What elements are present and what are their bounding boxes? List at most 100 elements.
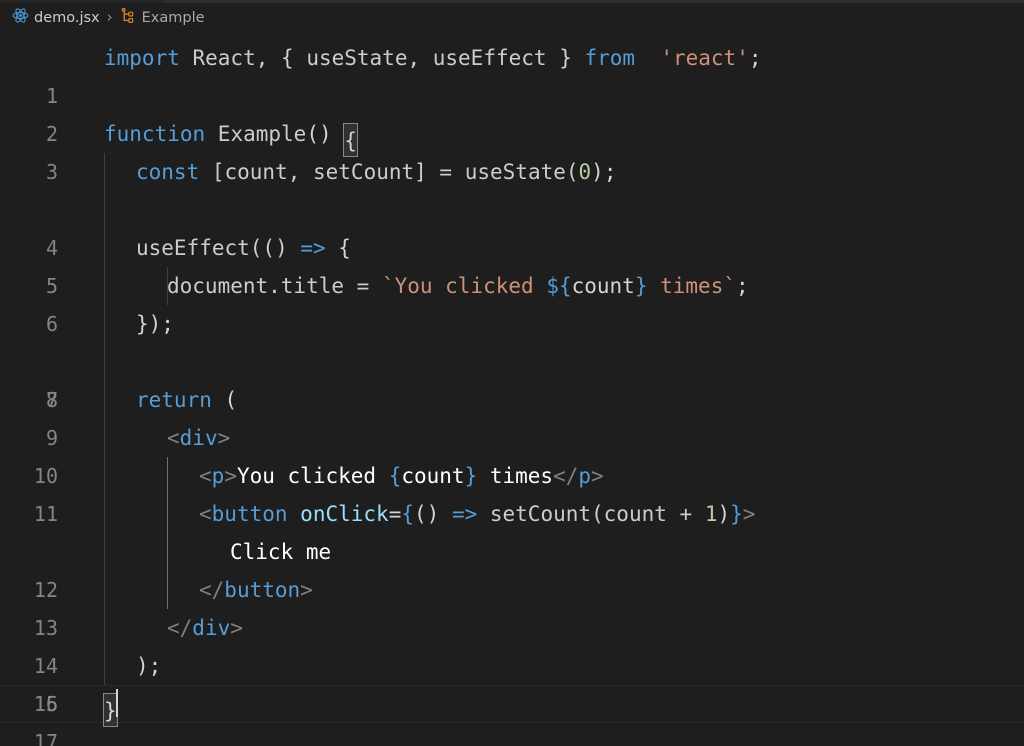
code-line[interactable]: 9 [0,343,1024,450]
token-jsx-text: You clicked [236,464,389,488]
code-line[interactable]: 10 return ( [0,381,1024,488]
token-keyword: from [571,46,648,70]
code-line[interactable]: 8 }); [0,305,1024,412]
token-keyword: return [136,388,212,412]
line-content: }); [136,305,174,343]
token-template-expr-open: ${ [546,274,572,298]
breadcrumb-symbol[interactable]: Example [117,6,208,29]
indent-guide [104,457,105,495]
code-line[interactable]: 15 </button> [0,571,1024,716]
code-editor[interactable]: 1 import React, { useState, useEffect } … [0,35,1024,746]
token-identifier: [count, setCount] = useState( [199,160,579,184]
code-line[interactable]: 13 <button onClick={() => setCount(count… [0,495,1024,640]
code-line[interactable]: 4 const [count, setCount] = useState(0); [0,153,1024,260]
code-line[interactable]: 17 ); [0,647,1024,746]
breadcrumb-bar: demo.jsx › Example [0,0,1024,35]
token-punct: ); [136,654,162,678]
token-keyword: const [136,160,200,184]
token-jsx-expr-close: } [730,502,743,526]
token-tag-bracket: > [300,578,313,602]
indent-guide [104,647,105,685]
line-content: document.title = `You clicked ${count} t… [167,267,749,305]
token-punct: () [306,122,345,146]
token-tag-name: button [224,578,301,602]
code-line-active[interactable]: 18 } [0,685,1024,727]
tab-strip-edge [0,0,164,3]
breadcrumb-symbol-label: Example [141,9,205,26]
indent-guide [104,229,105,267]
token-tag-name: button [211,502,288,526]
indent-guide-active [167,457,168,495]
code-line[interactable]: 6 useEffect(() => { [0,229,1024,336]
token-jsx-expr-open: { [401,502,414,526]
active-line-border-bottom [0,722,1024,723]
indent-guide [104,419,105,457]
token-arrow: => [287,236,326,260]
react-atom-icon [12,7,29,28]
token-punct: { [325,236,351,260]
token-jsx-expr-var: count [401,464,465,488]
code-line[interactable]: 11 <div> [0,419,1024,526]
code-line[interactable]: 1 import React, { useState, useEffect } … [0,39,1024,108]
indent-guide [104,305,105,343]
token-tag-bracket: > [591,464,604,488]
token-identifier: useState, useEffect [293,46,560,70]
token-function-name: Example [205,122,307,146]
token-template-text: times [647,274,724,298]
token-template-text: You clicked [394,274,547,298]
token-punct: { [281,46,294,70]
line-content: <p>You clicked {count} times</p> [199,457,604,495]
indent-guide [104,267,105,305]
line-content: Click me [230,533,331,571]
code-line[interactable]: 2 [0,77,1024,146]
token-template-tick: ` [381,274,395,298]
token-jsx-expr-open: { [388,464,402,488]
token-tag-bracket: > [217,426,231,450]
token-tag-name: p [578,464,592,488]
token-number: 1 [704,502,718,526]
token-jsx-attribute: onClick [300,502,389,526]
indent-guide-active [167,495,168,533]
indent-guide [104,153,105,191]
token-keyword: import [104,46,180,70]
token-function-call: useEffect(() [136,236,288,260]
token-punct: ; [736,274,749,298]
token-jsx-expr-close: } [464,464,478,488]
line-content: import React, { useState, useEffect } fr… [104,39,762,77]
token-jsx-text: Click me [230,540,332,564]
token-punct: () [414,502,440,526]
code-line[interactable]: 3 function Example() { [0,115,1024,184]
line-content: <div> [167,419,230,457]
line-content: const [count, setCount] = useState(0); [136,153,616,191]
code-lines: 1 import React, { useState, useEffect } … [0,35,1024,746]
bracket-match-highlight: { [343,123,358,157]
code-line[interactable]: 12 <p>You clicked {count} times</p> [0,457,1024,602]
method-symbol-icon [120,7,137,28]
indent-guide [104,609,105,647]
code-line[interactable]: 14 Click me [0,533,1024,678]
line-content: ); [136,647,161,685]
code-line[interactable]: 7 document.title = `You clicked ${count}… [0,267,1024,412]
token-punct: = [388,502,402,526]
token-template-expr-close: } [634,274,648,298]
breadcrumb-file[interactable]: demo.jsx [9,6,103,29]
tab-strip-edge-right [164,0,1024,3]
token-punct: ); [591,160,617,184]
token-tag-name: p [211,464,225,488]
text-cursor [115,689,118,717]
token-string: 'react' [647,46,749,70]
token-tag-bracket: </ [199,578,225,602]
token-tag-name: div [192,616,231,640]
token-template-tick: ` [723,274,736,298]
indent-guide [104,533,105,571]
token-member-expr: document.title = [167,274,382,298]
indent-guide [104,343,105,381]
token-keyword: function [104,122,206,146]
token-punct: ) [717,502,731,526]
code-line[interactable]: 16 </div> [0,609,1024,716]
indent-guide [104,191,105,229]
token-number: 0 [578,160,592,184]
token-tag-bracket: < [167,426,180,450]
code-line[interactable]: 5 [0,191,1024,298]
token-tag-bracket: > [230,616,243,640]
